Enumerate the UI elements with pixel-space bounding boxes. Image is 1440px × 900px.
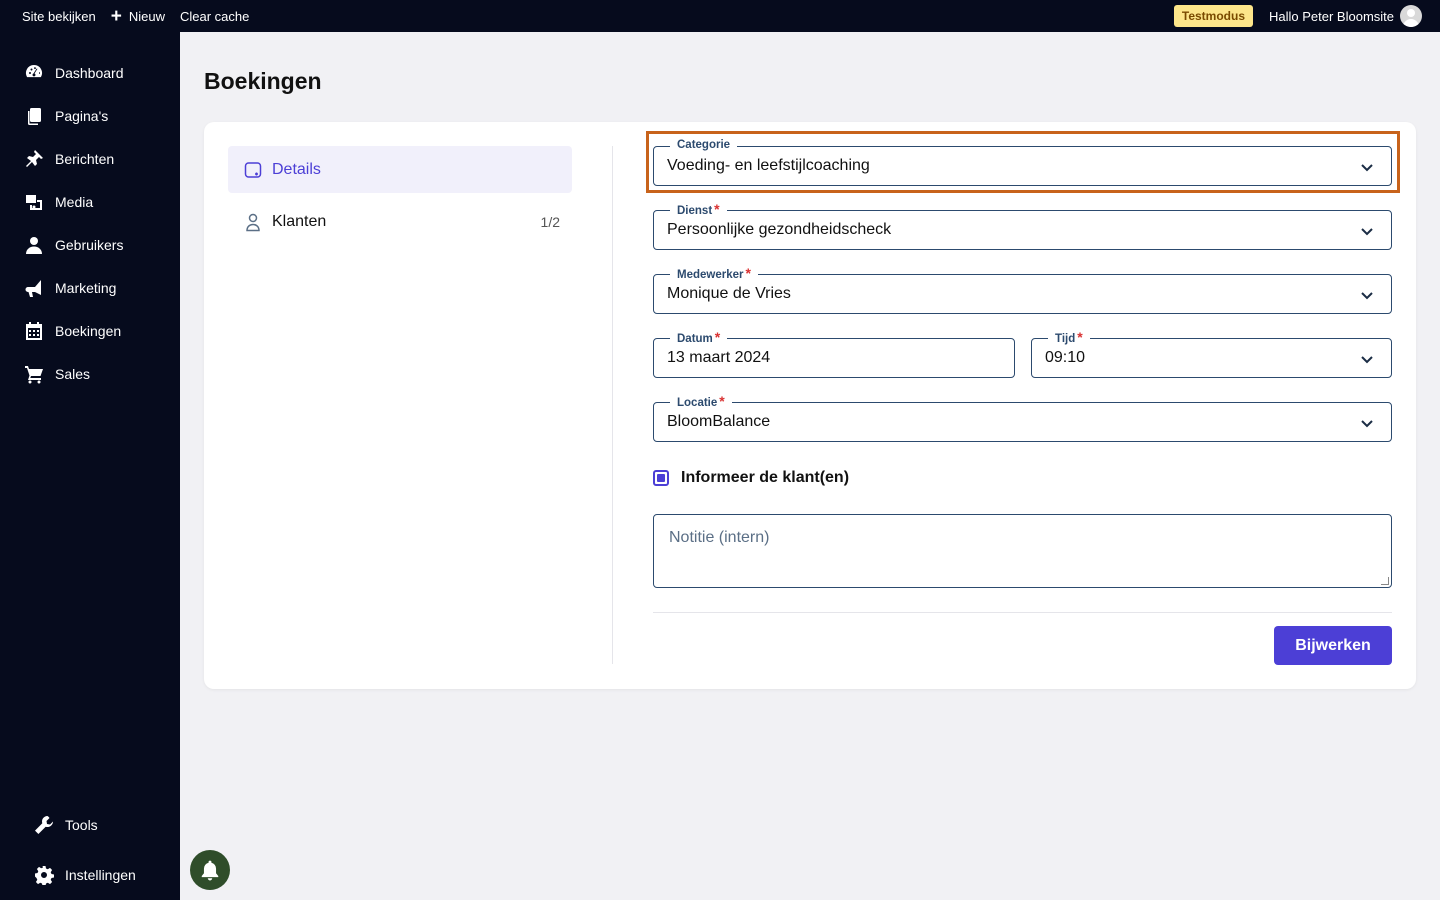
- sidebar-item-settings[interactable]: Instellingen: [0, 850, 180, 900]
- sidebar-item-media[interactable]: Media: [0, 180, 180, 223]
- inform-customer-checkbox[interactable]: [653, 470, 669, 486]
- required-mark: *: [719, 393, 725, 409]
- customer-count: 1/2: [540, 213, 560, 230]
- media-icon: [24, 192, 44, 212]
- wrench-icon: [34, 815, 54, 835]
- sidebar-item-label: Instellingen: [65, 867, 136, 883]
- vertical-divider: [612, 146, 613, 664]
- inform-customer-label: Informeer de klant(en): [681, 469, 850, 486]
- required-mark: *: [714, 201, 720, 217]
- sidebar-item-users[interactable]: Gebruikers: [0, 223, 180, 266]
- sidebar-nav: Dashboard Pagina's Berichten Media Gebru…: [0, 51, 180, 395]
- service-value: Persoonlijke gezondheidscheck: [667, 221, 892, 238]
- sidebar-item-label: Boekingen: [55, 322, 122, 339]
- pin-icon: [24, 149, 44, 169]
- update-button[interactable]: Bijwerken: [1274, 626, 1392, 665]
- chevron-down-icon: [1359, 351, 1375, 367]
- sidebar-item-label: Media: [55, 193, 94, 210]
- required-mark: *: [714, 329, 721, 345]
- sidebar-item-marketing[interactable]: Marketing: [0, 266, 180, 309]
- sidebar-item-posts[interactable]: Berichten: [0, 137, 180, 180]
- test-mode-badge: Testmodus: [1173, 5, 1253, 27]
- inform-customer-checkbox-row[interactable]: Informeer de klant(en): [653, 469, 849, 487]
- sidebar-item-dashboard[interactable]: Dashboard: [0, 51, 180, 94]
- user-greeting[interactable]: Hallo Peter Bloomsite: [1269, 9, 1394, 24]
- required-mark: *: [1077, 329, 1083, 345]
- booking-tabs: Details Klanten 1/2: [228, 146, 572, 250]
- internal-note-textarea[interactable]: Notitie (intern): [653, 514, 1392, 588]
- service-select[interactable]: Dienst * Persoonlijke gezondheidscheck: [653, 202, 1392, 250]
- gear-icon: [34, 865, 54, 885]
- sidebar: Dashboard Pagina's Berichten Media Gebru…: [0, 32, 180, 900]
- sidebar-item-label: Sales: [55, 365, 91, 382]
- sidebar-item-pages[interactable]: Pagina's: [0, 94, 180, 137]
- cart-icon: [24, 364, 44, 384]
- time-label: Tijd *: [1048, 330, 1090, 347]
- chevron-down-icon: [1359, 287, 1375, 303]
- time-select[interactable]: Tijd * 09:10: [1031, 330, 1392, 378]
- employee-label: Medewerker *: [670, 266, 758, 283]
- category-select[interactable]: Categorie Voeding- en leefstijlcoaching: [653, 138, 1392, 186]
- location-select[interactable]: Locatie * BloomBalance: [653, 394, 1392, 442]
- sidebar-item-tools[interactable]: Tools: [0, 800, 180, 850]
- note-placeholder: Notitie (intern): [669, 529, 770, 546]
- page-title: Boekingen: [204, 68, 322, 94]
- category-value: Voeding- en leefstijlcoaching: [667, 157, 870, 174]
- booking-card: Details Klanten 1/2 Categorie Voeding- e…: [204, 122, 1416, 689]
- sidebar-item-bookings[interactable]: Boekingen: [0, 309, 180, 352]
- chevron-down-icon: [1359, 223, 1375, 239]
- new-label: Nieuw: [128, 8, 165, 24]
- tab-details[interactable]: Details: [228, 146, 572, 193]
- date-field[interactable]: Datum * 13 maart 2024: [653, 330, 1015, 378]
- tab-label: Klanten: [272, 212, 327, 230]
- category-label: Categorie: [670, 138, 738, 153]
- sidebar-item-label: Berichten: [55, 150, 115, 167]
- location-label: Locatie *: [670, 394, 732, 411]
- employee-select[interactable]: Medewerker * Monique de Vries: [653, 266, 1392, 314]
- date-value: 13 maart 2024: [667, 349, 771, 366]
- sidebar-item-label: Dashboard: [55, 64, 124, 81]
- dashboard-icon: [24, 63, 44, 83]
- time-value: 09:10: [1045, 349, 1086, 366]
- chevron-down-icon: [1359, 415, 1375, 431]
- new-button[interactable]: + Nieuw: [110, 5, 165, 27]
- employee-value: Monique de Vries: [667, 285, 791, 302]
- sidebar-item-label: Tools: [65, 817, 98, 833]
- pages-icon: [24, 106, 44, 126]
- sidebar-item-label: Gebruikers: [55, 236, 124, 253]
- person-icon: [242, 211, 264, 233]
- notifications-button[interactable]: [190, 850, 230, 890]
- resize-handle[interactable]: [1381, 577, 1389, 585]
- date-label: Datum *: [670, 329, 728, 347]
- tab-label: Details: [272, 160, 321, 178]
- calendar-icon: [24, 321, 44, 341]
- clear-cache-button[interactable]: Clear cache: [180, 9, 249, 24]
- avatar[interactable]: [1400, 5, 1422, 27]
- sidebar-bottom-nav: Tools Instellingen: [0, 800, 180, 900]
- admin-topbar: Site bekijken + Nieuw Clear cache Testmo…: [0, 0, 1440, 32]
- details-icon: [242, 159, 264, 181]
- plus-icon: +: [110, 5, 122, 27]
- megaphone-icon: [24, 278, 44, 298]
- chevron-down-icon: [1359, 159, 1375, 175]
- required-mark: *: [745, 265, 751, 281]
- location-value: BloomBalance: [667, 413, 771, 430]
- service-label: Dienst *: [670, 202, 727, 219]
- tab-customers[interactable]: Klanten 1/2: [228, 198, 572, 245]
- bell-icon: [201, 860, 219, 881]
- sidebar-item-label: Marketing: [55, 279, 117, 296]
- sidebar-item-label: Pagina's: [55, 107, 109, 124]
- form-divider: [653, 612, 1392, 613]
- sidebar-item-sales[interactable]: Sales: [0, 352, 180, 395]
- user-icon: [24, 235, 44, 255]
- view-site-link[interactable]: Site bekijken: [22, 9, 96, 24]
